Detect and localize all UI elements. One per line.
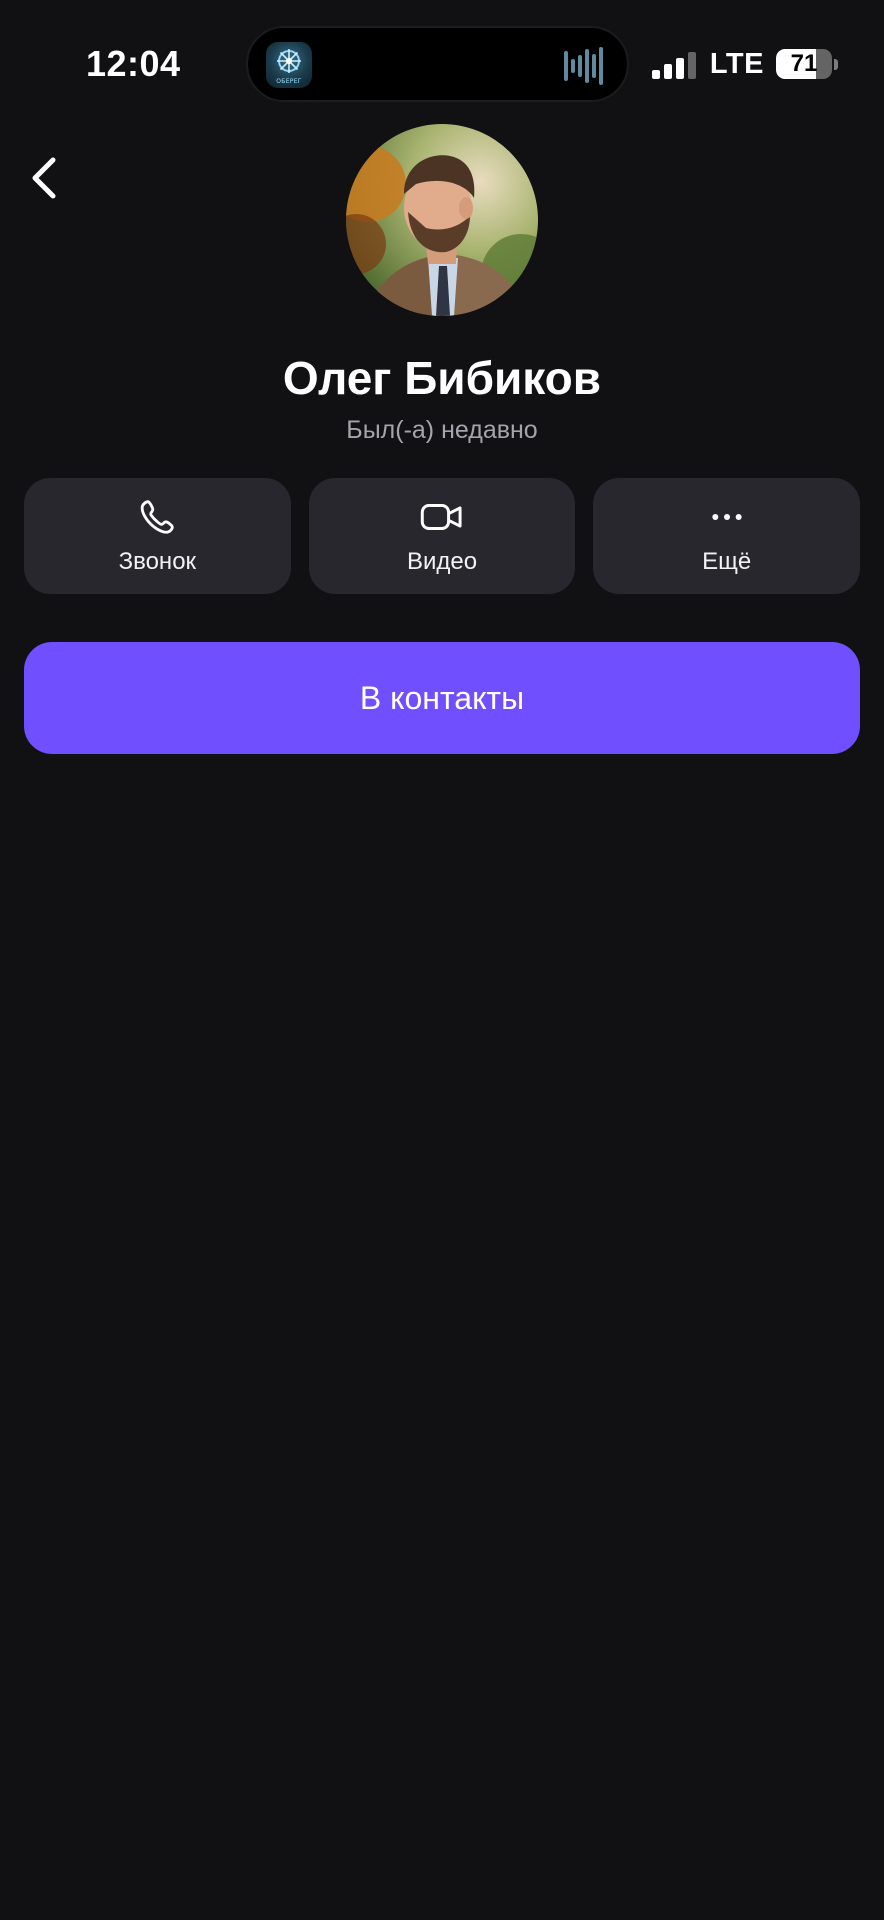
more-button[interactable]: Ещё (593, 478, 861, 594)
more-dots-icon (707, 495, 747, 539)
profile-name: Олег Бибиков (282, 352, 602, 404)
battery-level: 71 (790, 50, 818, 77)
signal-bar (675, 58, 684, 79)
avatar[interactable] (346, 124, 538, 316)
signal-bar (663, 64, 672, 79)
audio-wave-icon (564, 47, 603, 85)
video-camera-icon (419, 495, 465, 539)
call-button[interactable]: Звонок (24, 478, 291, 594)
more-button-label: Ещё (702, 548, 752, 575)
battery-icon: 71 (776, 49, 832, 79)
back-button[interactable] (14, 148, 74, 208)
video-button[interactable]: Видео (308, 478, 576, 594)
video-button-label: Видео (406, 548, 478, 575)
phone-icon (137, 495, 177, 539)
signal-bar (651, 70, 660, 79)
action-bar: Звонок Видео Ещё (24, 478, 861, 594)
battery-cap (834, 58, 838, 70)
signal-bar (687, 52, 696, 79)
call-button-label: Звонок (118, 548, 197, 575)
network-type: LTE (709, 48, 764, 80)
chevron-left-icon (32, 157, 56, 199)
app-icon-caption: ОБЕРЕГ (276, 78, 302, 85)
app-icon: ОБЕРЕГ (266, 42, 312, 88)
add-to-contacts-button[interactable]: В контакты (24, 642, 860, 754)
profile-status: Был(-а) недавно (346, 416, 538, 444)
dynamic-island[interactable]: ОБЕРЕГ (246, 26, 629, 102)
profile-photo (346, 124, 538, 316)
status-indicators: LTE 71 (651, 46, 838, 82)
cellular-signal-icon (651, 52, 696, 79)
status-time: 12:04 (86, 43, 181, 84)
